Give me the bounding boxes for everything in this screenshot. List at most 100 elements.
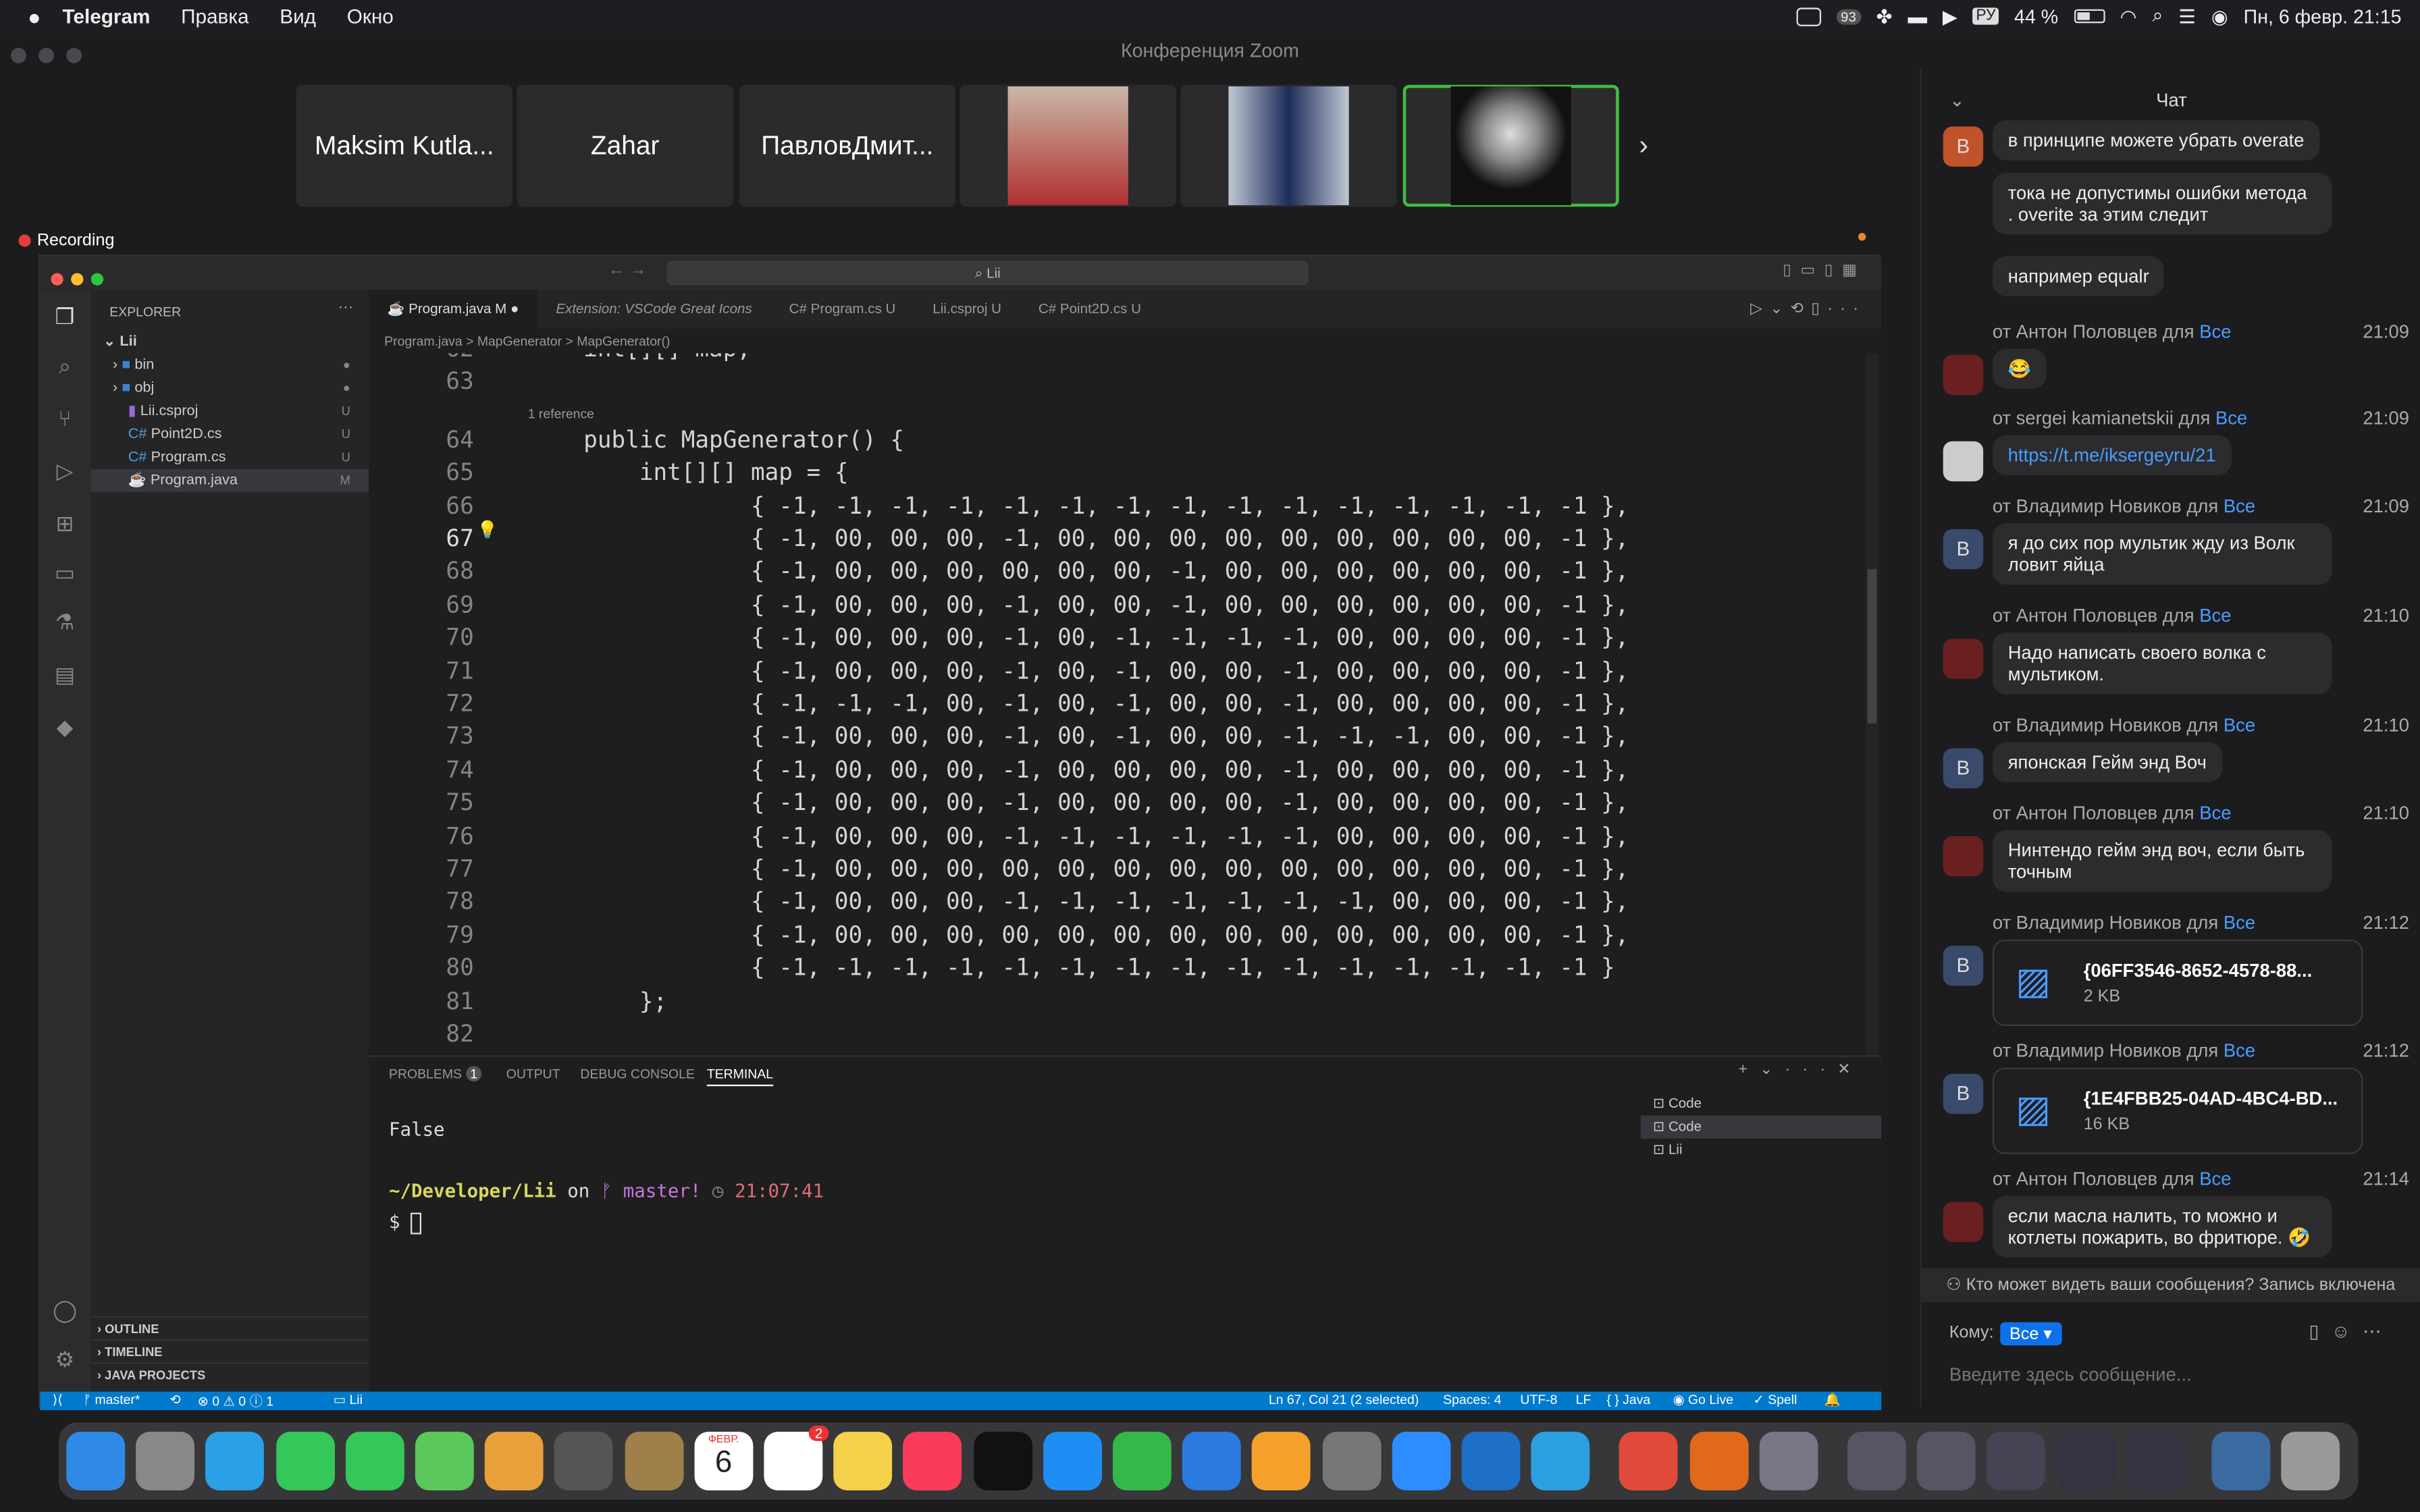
message-recipient[interactable]: Все [2199, 605, 2231, 626]
status-spell[interactable]: ✓ Spell [1754, 1392, 1797, 1409]
status-eol[interactable]: LF [1576, 1392, 1592, 1407]
status-position[interactable]: Ln 67, Col 21 (2 selected) [1269, 1392, 1419, 1407]
notification-badge[interactable]: 93 [1836, 8, 1861, 24]
sender-avatar[interactable] [1943, 441, 1984, 482]
window-thumb[interactable] [1847, 1432, 1906, 1490]
control-center-icon[interactable]: ☰ [2178, 5, 2196, 28]
tree-file[interactable]: ▮ Lii.csproj U [91, 400, 369, 423]
status-encoding[interactable]: UTF-8 [1520, 1392, 1557, 1407]
message-bubble[interactable]: в принципе можете убрать overate [1992, 120, 2320, 161]
car-icon[interactable]: ▬ [1908, 5, 1927, 27]
tab-point2d[interactable]: C# Point2D.cs U [1020, 290, 1159, 329]
source-control-icon[interactable]: ⑂ [51, 404, 78, 432]
messages-icon[interactable] [345, 1432, 404, 1490]
breadcrumb[interactable]: Program.java > MapGenerator > MapGenerat… [384, 329, 670, 354]
chrome-icon[interactable] [1619, 1432, 1679, 1490]
sender-avatar[interactable]: В [1943, 748, 1984, 788]
tab-program-cs[interactable]: C# Program.cs U [770, 290, 914, 329]
outline-section[interactable]: › OUTLINE [90, 1316, 369, 1339]
apple-icon[interactable]: ● [28, 4, 41, 29]
finder-icon[interactable] [66, 1432, 126, 1490]
sender-avatar[interactable] [1943, 639, 1984, 679]
wifi-icon[interactable]: ◠ [2120, 5, 2137, 28]
message-recipient[interactable]: Все [2224, 714, 2255, 736]
photos-icon[interactable] [485, 1432, 544, 1490]
tab-problems[interactable]: PROBLEMS 1 [389, 1066, 482, 1082]
message-bubble[interactable]: тока не допустимы ошибки метода . overit… [1992, 172, 2332, 235]
message-bubble[interactable]: я до сих пор мультик жду из Волк ловит я… [1992, 522, 2332, 585]
scrollbar[interactable] [1866, 353, 1878, 1056]
notebook-icon[interactable]: ▤ [51, 660, 78, 688]
rocket-icon[interactable] [554, 1432, 614, 1490]
file-attachment[interactable]: ▨ {1E4FBB25-04AD-4BC4-BD... 16 KB [1992, 1067, 2363, 1154]
remote-explorer-icon[interactable]: ▭ [51, 558, 78, 586]
visibility-notice[interactable]: ⚇ Кто может видеть ваши сообщения? Запис… [1921, 1268, 2420, 1303]
search-icon[interactable]: ⌕ [51, 352, 78, 379]
status-language[interactable]: { } Java [1606, 1392, 1650, 1407]
lightbulb-icon[interactable]: 💡 [477, 520, 498, 540]
message-recipient[interactable]: Все [2199, 1168, 2231, 1189]
tab-output[interactable]: OUTPUT [506, 1066, 560, 1081]
terminal-item[interactable]: ⊡ Lii [1641, 1139, 1882, 1162]
menu-edit[interactable]: Правка [181, 5, 248, 28]
next-page-icon[interactable]: › [1639, 130, 1648, 162]
message-input[interactable] [1949, 1360, 2397, 1389]
input-source[interactable]: РУ [1972, 7, 1999, 25]
downloads-icon[interactable] [2211, 1432, 2271, 1490]
menu-app[interactable]: Telegram [62, 5, 150, 28]
siri-icon[interactable]: ◉ [2211, 5, 2228, 28]
message-bubble[interactable]: Нинтендо гейм энд воч, если быть точным [1992, 830, 2332, 892]
run-debug-icon[interactable]: ▷ [51, 457, 78, 485]
code-view[interactable]: 62 int[][] map; 63 64 public MapGenerator(… [369, 353, 1881, 1055]
status-go-live[interactable]: ◉ Go Live [1673, 1392, 1733, 1409]
command-search[interactable]: ⌕ Lii [666, 261, 1309, 286]
window-thumb[interactable] [2056, 1432, 2115, 1490]
status-spaces[interactable]: Spaces: 4 [1443, 1392, 1501, 1407]
chat-actions-icons[interactable]: ▯☺⋯ [2309, 1321, 2393, 1343]
sender-avatar[interactable] [1943, 354, 1984, 396]
vscode-app-icon[interactable] [1461, 1432, 1521, 1490]
tab-extension[interactable]: Extension: VSCode Great Icons [537, 290, 770, 329]
close-button[interactable] [10, 47, 26, 63]
message-bubble[interactable]: 😂 [1992, 348, 2047, 389]
file-attachment[interactable]: ▨ {06FF3546-8652-4578-88... 2 KB [1992, 939, 2363, 1026]
sender-avatar[interactable] [1943, 1202, 1984, 1242]
safari-icon[interactable] [205, 1432, 265, 1490]
music-icon[interactable] [903, 1432, 962, 1490]
tree-folder-root[interactable]: ⌄ Lii [91, 330, 369, 353]
search-icon[interactable]: ⌕ [2152, 5, 2163, 28]
tab-lii-csproj[interactable]: Lii.csproj U [914, 290, 1020, 329]
participant-tile[interactable]: ПавловДмит... [739, 84, 955, 207]
editor-actions-icons[interactable]: ▷⌄⟲▯··· [1750, 290, 1866, 329]
tree-file[interactable]: C# Point2D.cs U [91, 423, 369, 446]
sender-avatar[interactable] [1943, 836, 1984, 877]
participant-video-tile[interactable] [1180, 84, 1397, 207]
message-bubble[interactable]: Надо написать своего волка с мультиком. [1992, 632, 2332, 695]
maximize-button[interactable] [90, 273, 104, 286]
account-icon[interactable]: ◯ [51, 1296, 78, 1324]
menu-window[interactable]: Окно [347, 5, 394, 28]
facetime-icon[interactable] [275, 1432, 335, 1490]
message-recipient[interactable]: Все [2215, 407, 2247, 429]
launchpad-icon[interactable] [136, 1432, 195, 1490]
minimize-button[interactable] [71, 273, 84, 286]
play-icon[interactable]: ▶ [1943, 5, 1957, 28]
telegram-app-icon[interactable] [1531, 1432, 1590, 1490]
app-store-icon[interactable] [1043, 1432, 1102, 1490]
message-bubble[interactable]: например equalr [1992, 256, 2165, 296]
sender-avatar[interactable]: В [1943, 1073, 1984, 1114]
remote-icon[interactable]: ⟩⟨ [53, 1392, 63, 1409]
terminal-input[interactable]: $ [389, 1211, 423, 1234]
participant-tile[interactable]: Maksim Kutla... [296, 84, 512, 207]
close-button[interactable] [51, 273, 63, 286]
tv-icon[interactable] [973, 1432, 1032, 1490]
message-bubble[interactable]: https://t.me/iksergeyru/21 [1992, 435, 2232, 475]
tab-debug-console[interactable]: DEBUG CONSOLE [580, 1066, 694, 1081]
clock[interactable]: Пн, 6 февр. 21:15 [2244, 5, 2402, 27]
participant-tile[interactable]: Zahar [517, 84, 733, 207]
message-bubble[interactable]: японская Гейм энд Воч [1992, 742, 2222, 782]
panel-actions-icons[interactable]: +⌄···✕ [1739, 1062, 1863, 1079]
participant-video-tile[interactable] [959, 84, 1176, 207]
testing-icon[interactable]: ⚗ [51, 608, 78, 636]
notes-icon[interactable] [833, 1432, 893, 1490]
